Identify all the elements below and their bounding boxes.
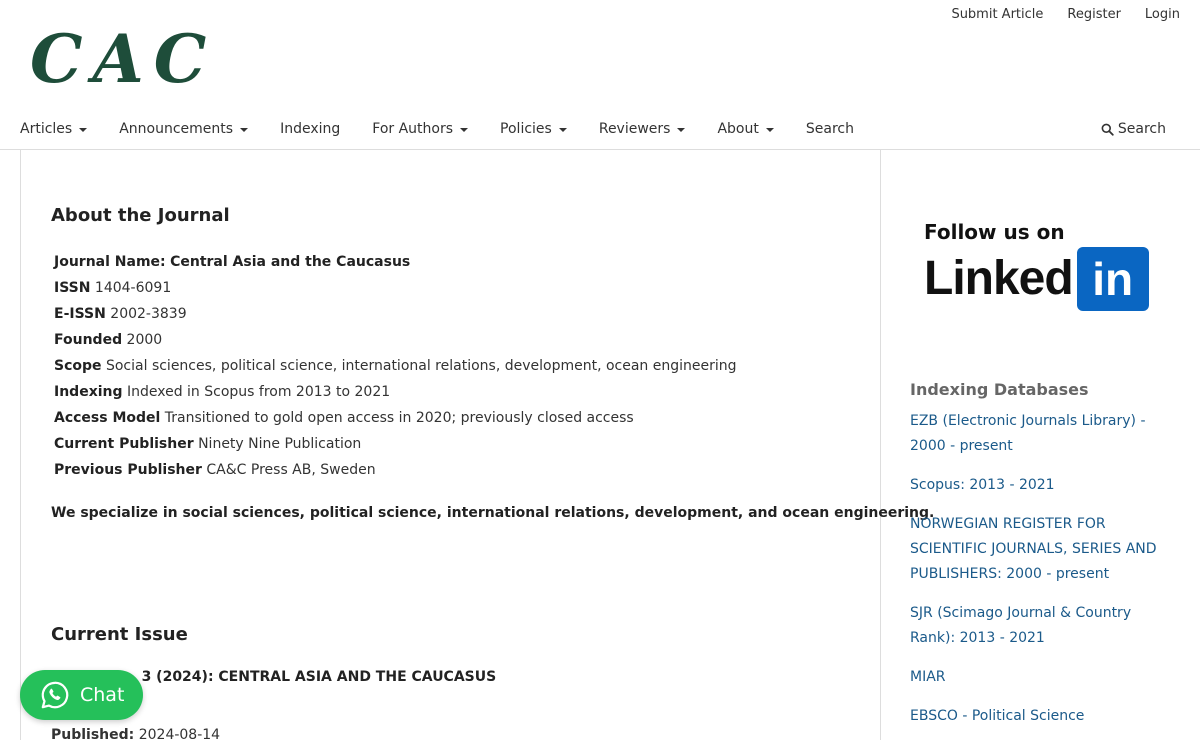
chat-label: Chat [80, 684, 125, 706]
info-value: 2002-3839 [110, 306, 187, 322]
published-label: Published: [51, 727, 135, 740]
info-key: Current Publisher [54, 436, 194, 452]
info-row-current-publisher: Current Publisher Ninety Nine Publicatio… [54, 433, 737, 459]
database-link[interactable]: Scopus: 2013 - 2021 [910, 473, 1160, 498]
info-key: Founded [54, 332, 123, 348]
info-row-founded: Founded 2000 [54, 329, 737, 355]
published-date: Published: 2024-08-14 [51, 727, 220, 740]
info-row-scope: Scope Social sciences, political science… [54, 355, 737, 381]
info-row-issn: ISSN 1404-6091 [54, 277, 737, 303]
database-link[interactable]: MIAR [910, 665, 1160, 690]
info-value: 1404-6091 [94, 280, 172, 296]
info-row-eissn: E-ISSN 2002-3839 [54, 303, 737, 329]
info-row-previous-publisher: Previous Publisher CA&C Press AB, Sweden [54, 459, 737, 485]
nav-item-articles[interactable]: Articles [20, 119, 88, 139]
info-key: Previous Publisher [54, 462, 202, 478]
user-nav: Submit Article Register Login [951, 7, 1180, 22]
indexing-databases-list: EZB (Electronic Journals Library) - 2000… [910, 409, 1160, 740]
info-value: 2000 [126, 332, 163, 348]
site-logo[interactable]: CAC [30, 26, 216, 92]
nav-item-policies[interactable]: Policies [500, 119, 567, 139]
nav-label: Policies [500, 121, 552, 137]
nav-item-search[interactable]: Search [806, 119, 854, 139]
nav-item-announcements[interactable]: Announcements [119, 119, 249, 139]
info-value: Central Asia and the Caucasus [170, 254, 411, 270]
info-row-indexing: Indexing Indexed in Scopus from 2013 to … [54, 381, 737, 407]
info-row-journal-name: Journal Name: Central Asia and the Cauca… [54, 251, 737, 277]
nav-label: Indexing [280, 121, 341, 137]
main-content: About the Journal Journal Name: Central … [20, 150, 934, 740]
info-key: ISSN [54, 280, 91, 296]
info-value: CA&C Press AB, Sweden [206, 462, 376, 478]
info-value: Social sciences, political science, inte… [105, 358, 737, 374]
indexing-databases-title: Indexing Databases [910, 380, 1089, 399]
nav-label: Announcements [119, 121, 234, 137]
nav-item-for-authors[interactable]: For Authors [372, 119, 469, 139]
linkedin-logo[interactable]: Linked in [924, 247, 1149, 311]
caret-down-icon [677, 127, 686, 132]
nav-label: For Authors [372, 121, 454, 137]
database-link[interactable]: EZB (Electronic Journals Library) - 2000… [910, 409, 1160, 459]
published-value: 2024-08-14 [138, 727, 221, 740]
info-value: Transitioned to gold open access in 2020… [164, 410, 634, 426]
info-key: E-ISSN [54, 306, 106, 322]
about-title: About the Journal [51, 205, 230, 226]
nav-label: Articles [20, 121, 73, 137]
journal-info-list: Journal Name: Central Asia and the Cauca… [54, 251, 737, 485]
caret-down-icon [79, 127, 88, 132]
caret-down-icon [240, 127, 249, 132]
linkedin-wordmark: Linked [924, 252, 1074, 305]
linkedin-icon: in [1076, 247, 1149, 311]
info-value: Ninety Nine Publication [198, 436, 362, 452]
nav-label: Search [805, 121, 854, 137]
database-link[interactable]: SJR (Scimago Journal & Country Rank): 20… [910, 601, 1160, 651]
caret-down-icon [558, 127, 567, 132]
search-icon [1101, 123, 1114, 136]
info-key: Indexing [54, 384, 123, 400]
login-link[interactable]: Login [1145, 7, 1180, 22]
info-key: Access Model [54, 410, 161, 426]
chat-button[interactable]: Chat [20, 670, 143, 720]
primary-nav: Articles Announcements Indexing For Auth… [20, 119, 886, 139]
database-link[interactable]: NORWEGIAN REGISTER FOR SCIENTIFIC JOURNA… [910, 512, 1160, 587]
nav-item-reviewers[interactable]: Reviewers [599, 119, 686, 139]
info-value: Indexed in Scopus from 2013 to 2021 [126, 384, 391, 400]
search-button[interactable]: Search [1101, 119, 1166, 139]
database-link[interactable]: EBSCO - Political Science [910, 704, 1160, 729]
info-key: Journal Name: [54, 254, 166, 270]
info-row-access-model: Access Model Transitioned to gold open a… [54, 407, 737, 433]
caret-down-icon [765, 127, 774, 132]
current-issue-title: Current Issue [51, 624, 188, 645]
search-label: Search [1117, 121, 1166, 137]
info-key: Scope [54, 358, 102, 374]
follow-us-text: Follow us on [924, 220, 1065, 244]
submit-article-link[interactable]: Submit Article [951, 7, 1043, 22]
register-link[interactable]: Register [1067, 7, 1121, 22]
nav-item-about[interactable]: About [717, 119, 774, 139]
caret-down-icon [460, 127, 469, 132]
nav-item-indexing[interactable]: Indexing [280, 119, 340, 139]
journal-tagline: We specialize in social sciences, politi… [51, 505, 935, 521]
sidebar: Follow us on Linked in Indexing Database… [882, 150, 1200, 740]
nav-label: About [717, 121, 759, 137]
whatsapp-icon [41, 681, 69, 709]
nav-label: Reviewers [598, 121, 671, 137]
